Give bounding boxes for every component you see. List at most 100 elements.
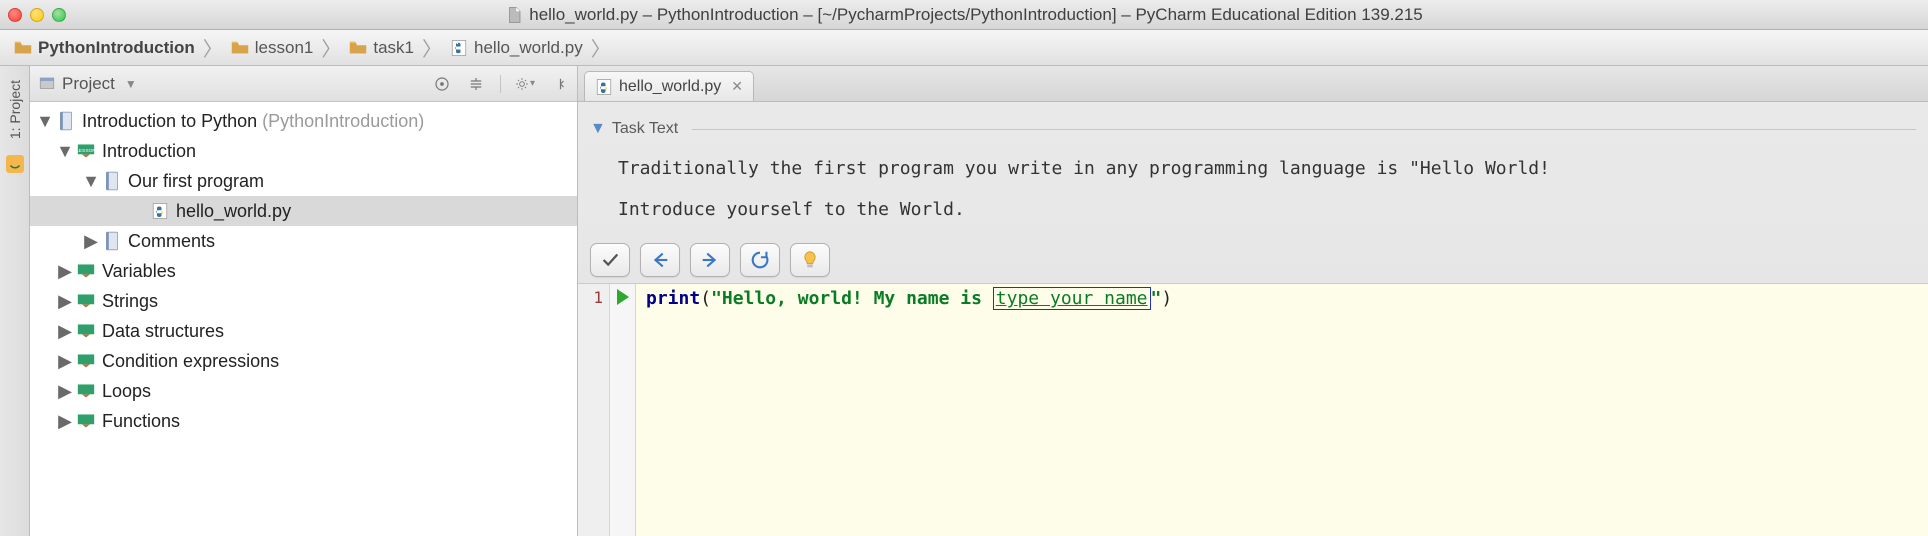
expand-arrow-icon[interactable]: ▶ [58, 324, 72, 338]
tree-lesson[interactable]: ▶ Condition expressions [30, 346, 577, 376]
disclosure-triangle-icon: ▼ [590, 120, 606, 138]
lesson-icon [76, 321, 96, 341]
breadcrumb-item[interactable]: lesson1 [227, 38, 318, 58]
tree-label: Variables [102, 261, 176, 282]
breadcrumb-item[interactable]: task1 [345, 38, 418, 58]
tree-label: Functions [102, 411, 180, 432]
expand-arrow-icon[interactable]: ▼ [38, 114, 52, 128]
hide-panel-button[interactable] [549, 74, 569, 94]
breadcrumb-item[interactable]: hello_world.py [446, 38, 587, 58]
chevron-down-icon: ▼ [125, 77, 137, 91]
task-text-line: Traditionally the first program you writ… [618, 154, 1908, 185]
notebook-icon [102, 231, 122, 251]
tree-label: hello_world.py [176, 201, 291, 222]
project-panel-header: Project ▼ ▾ [30, 66, 577, 102]
folder-icon [349, 40, 367, 55]
task-text-header[interactable]: ▼ Task Text [590, 120, 1916, 138]
window-title: hello_world.py – PythonIntroduction – [~… [529, 5, 1423, 25]
lesson-icon [76, 261, 96, 281]
tree-lesson[interactable]: ▶ Loops [30, 376, 577, 406]
task-text-body: Traditionally the first program you writ… [590, 138, 1916, 229]
breadcrumb-label: task1 [373, 38, 414, 58]
tree-root[interactable]: ▼ Introduction to Python (PythonIntroduc… [30, 106, 577, 136]
window-zoom-button[interactable] [52, 8, 66, 22]
code-editor[interactable]: print("Hello, world! My name is type you… [636, 284, 1928, 536]
tree-label: Condition expressions [102, 351, 279, 372]
file-icon [505, 6, 523, 24]
expand-arrow-icon[interactable]: ▶ [84, 234, 98, 248]
chevron-right-icon: 〉 [422, 33, 442, 62]
editor-area: hello_world.py ✕ ▼ Task Text Traditional… [578, 66, 1928, 536]
project-panel-title: Project [62, 74, 115, 94]
tree-task[interactable]: ▼ Our first program [30, 166, 577, 196]
tree-task[interactable]: ▶ Comments [30, 226, 577, 256]
tree-file-selected[interactable]: hello_world.py [30, 196, 577, 226]
python-file-icon [450, 39, 468, 57]
chevron-right-icon: 〉 [591, 33, 611, 62]
settings-gear-button[interactable]: ▾ [515, 74, 535, 94]
expand-arrow-icon[interactable]: ▼ [84, 174, 98, 188]
project-view-selector[interactable]: Project ▼ [38, 74, 137, 94]
python-file-icon [595, 78, 613, 96]
line-number-gutter: 1 [578, 284, 610, 536]
tree-lesson[interactable]: ▼ LESSON Introduction [30, 136, 577, 166]
collapse-all-button[interactable] [466, 74, 486, 94]
lesson-icon [76, 351, 96, 371]
check-task-button[interactable] [590, 243, 630, 277]
tree-lesson[interactable]: ▶ Data structures [30, 316, 577, 346]
code-placeholder[interactable]: type your name [993, 287, 1151, 310]
run-gutter[interactable] [610, 284, 636, 536]
pycharm-logo-icon [6, 155, 24, 173]
task-action-bar [578, 237, 1928, 283]
folder-icon [14, 40, 32, 55]
code-paren: ( [700, 288, 711, 309]
project-tool-window-tab[interactable]: 1: Project [7, 80, 23, 139]
lesson-icon [76, 411, 96, 431]
breadcrumb-label: PythonIntroduction [38, 38, 195, 58]
tree-label-paren: (PythonIntroduction) [262, 111, 424, 131]
tree-lesson[interactable]: ▶ Strings [30, 286, 577, 316]
tree-lesson[interactable]: ▶ Functions [30, 406, 577, 436]
tool-window-bar-left: 1: Project [0, 66, 30, 536]
lesson-icon [76, 291, 96, 311]
editor-tab[interactable]: hello_world.py ✕ [584, 71, 754, 101]
tree-label: Loops [102, 381, 151, 402]
expand-arrow-icon[interactable]: ▼ [58, 144, 72, 158]
scroll-from-source-button[interactable] [432, 74, 452, 94]
notebook-icon [102, 171, 122, 191]
expand-arrow-icon[interactable]: ▶ [58, 264, 72, 278]
expand-arrow-icon[interactable]: ▶ [58, 414, 72, 428]
reset-task-button[interactable] [740, 243, 780, 277]
expand-arrow-icon[interactable]: ▶ [58, 384, 72, 398]
chevron-right-icon: 〉 [321, 33, 341, 62]
close-tab-button[interactable]: ✕ [731, 78, 743, 95]
tree-label: Strings [102, 291, 158, 312]
code-string: "Hello, world! My name is [711, 288, 993, 309]
code-string: " [1151, 288, 1162, 309]
breadcrumb-item[interactable]: PythonIntroduction [10, 38, 199, 58]
tree-lesson[interactable]: ▶ Variables [30, 256, 577, 286]
expand-arrow-icon[interactable]: ▶ [58, 354, 72, 368]
task-text-title: Task Text [612, 120, 678, 138]
tree-label: Introduction to Python [82, 111, 257, 131]
project-panel: Project ▼ ▾ [30, 66, 578, 536]
editor-tab-label: hello_world.py [619, 78, 721, 96]
hint-button[interactable] [790, 243, 830, 277]
window-close-button[interactable] [8, 8, 22, 22]
previous-task-button[interactable] [640, 243, 680, 277]
breadcrumb-label: lesson1 [255, 38, 314, 58]
python-file-icon [150, 201, 170, 221]
next-task-button[interactable] [690, 243, 730, 277]
titlebar: hello_world.py – PythonIntroduction – [~… [0, 0, 1928, 30]
project-tree[interactable]: ▼ Introduction to Python (PythonIntroduc… [30, 102, 577, 536]
editor-tabbar: hello_world.py ✕ [578, 66, 1928, 102]
tree-label: Data structures [102, 321, 224, 342]
run-icon[interactable] [617, 289, 629, 305]
lesson-icon [76, 381, 96, 401]
expand-arrow-icon[interactable]: ▶ [58, 294, 72, 308]
folder-icon [231, 40, 249, 55]
svg-text:LESSON: LESSON [77, 148, 95, 154]
tree-label: Comments [128, 231, 215, 252]
window-minimize-button[interactable] [30, 8, 44, 22]
project-icon [38, 75, 56, 93]
